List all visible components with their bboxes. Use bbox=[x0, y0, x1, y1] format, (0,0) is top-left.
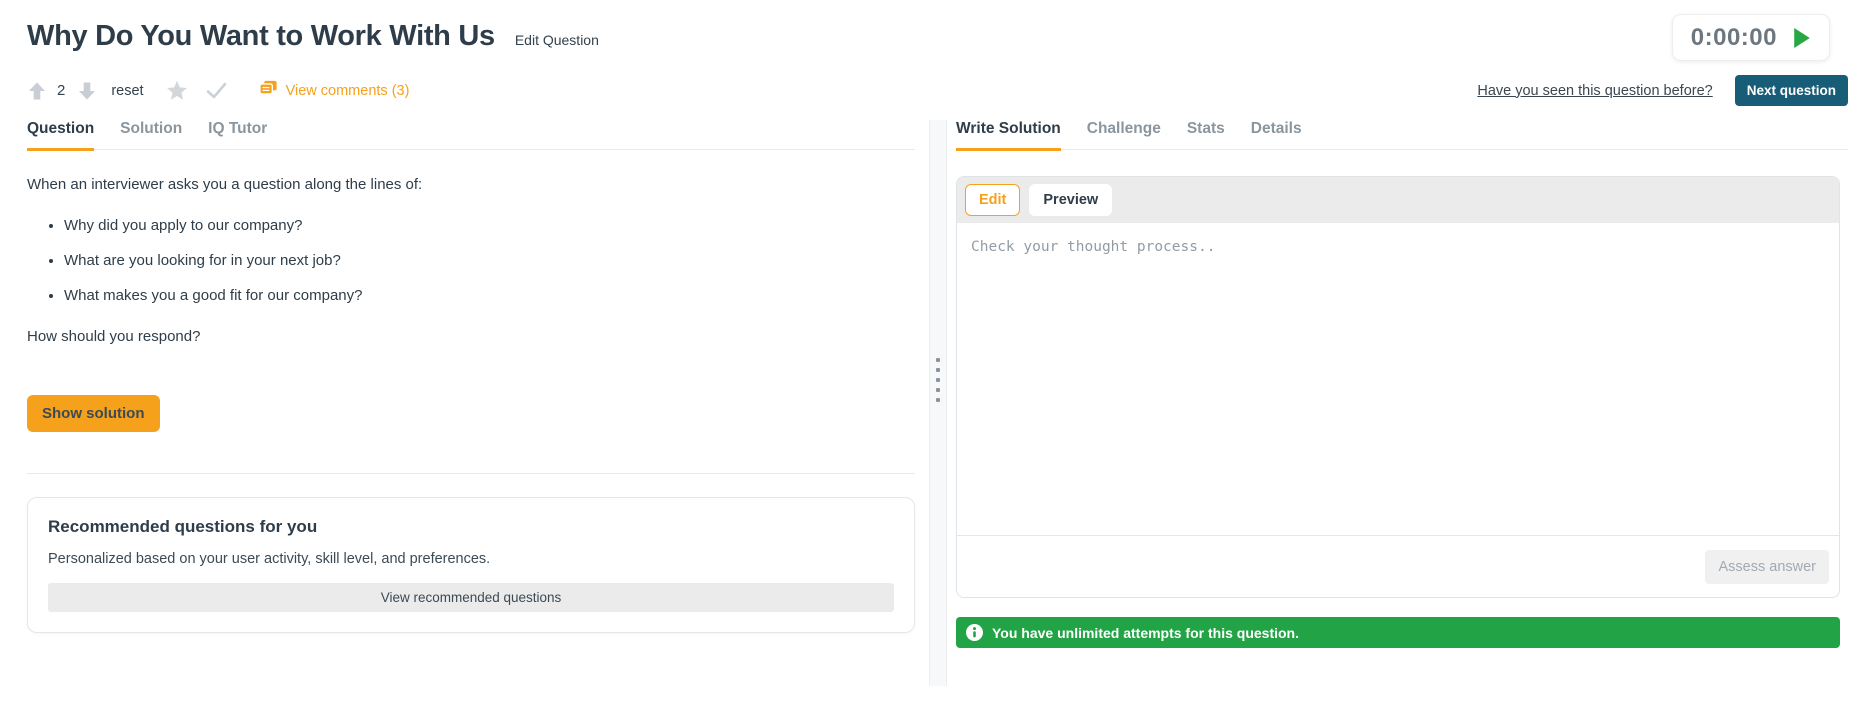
tab-question[interactable]: Question bbox=[27, 120, 94, 151]
question-bullet-3: What makes you a good fit for our compan… bbox=[64, 286, 915, 306]
solution-panel: Write Solution Challenge Stats Details E… bbox=[956, 120, 1848, 686]
tab-challenge[interactable]: Challenge bbox=[1087, 120, 1161, 151]
drag-dots-icon bbox=[936, 358, 940, 402]
next-question-button[interactable]: Next question bbox=[1735, 75, 1848, 106]
info-icon bbox=[966, 624, 983, 641]
main-content: Question Solution IQ Tutor When an inter… bbox=[0, 120, 1864, 686]
assess-answer-button[interactable]: Assess answer bbox=[1705, 550, 1829, 584]
tab-details[interactable]: Details bbox=[1251, 120, 1302, 151]
question-bullet-2: What are you looking for in your next jo… bbox=[64, 251, 915, 271]
editor-preview-tab[interactable]: Preview bbox=[1029, 184, 1112, 216]
attempts-banner-text: You have unlimited attempts for this que… bbox=[992, 625, 1299, 641]
reset-vote-link[interactable]: reset bbox=[111, 83, 143, 99]
tab-stats[interactable]: Stats bbox=[1187, 120, 1225, 151]
tab-iq-tutor[interactable]: IQ Tutor bbox=[208, 120, 267, 151]
recommended-card: Recommended questions for you Personaliz… bbox=[27, 497, 915, 633]
timer-value: 0:00:00 bbox=[1691, 24, 1777, 52]
upvote-icon[interactable] bbox=[27, 81, 47, 101]
page-title: Why Do You Want to Work With Us bbox=[27, 20, 495, 53]
solution-textarea[interactable] bbox=[957, 223, 1839, 535]
editor-body bbox=[957, 223, 1839, 535]
question-intro: When an interviewer asks you a question … bbox=[27, 176, 915, 193]
solution-panel-tabs: Write Solution Challenge Stats Details bbox=[956, 120, 1848, 150]
top-bar: Why Do You Want to Work With Us Edit Que… bbox=[0, 0, 1864, 61]
view-comments-label: View comments (3) bbox=[286, 83, 410, 99]
question-bullet-list: Why did you apply to our company? What a… bbox=[27, 216, 915, 306]
actions-row: 2 reset View comme bbox=[0, 61, 1864, 106]
mark-complete-icon[interactable] bbox=[206, 82, 227, 99]
solution-editor: Edit Preview Assess answer bbox=[956, 176, 1840, 598]
recommended-description: Personalized based on your user activity… bbox=[48, 551, 894, 567]
title-group: Why Do You Want to Work With Us Edit Que… bbox=[27, 14, 599, 53]
comments-icon bbox=[259, 79, 278, 102]
tab-write-solution[interactable]: Write Solution bbox=[956, 120, 1061, 151]
downvote-icon[interactable] bbox=[77, 81, 97, 101]
editor-mode-bar: Edit Preview bbox=[957, 177, 1839, 223]
question-page: Why Do You Want to Work With Us Edit Que… bbox=[0, 0, 1864, 720]
recommended-title: Recommended questions for you bbox=[48, 517, 894, 537]
editor-footer: Assess answer bbox=[957, 535, 1839, 597]
vote-score: 2 bbox=[57, 82, 65, 99]
show-solution-button[interactable]: Show solution bbox=[27, 395, 160, 432]
section-divider bbox=[27, 473, 915, 474]
question-body: When an interviewer asks you a question … bbox=[27, 176, 915, 432]
attempts-banner: You have unlimited attempts for this que… bbox=[956, 617, 1840, 648]
edit-question-link[interactable]: Edit Question bbox=[515, 32, 599, 48]
actions-row-right: Have you seen this question before? Next… bbox=[1477, 75, 1848, 106]
tab-solution[interactable]: Solution bbox=[120, 120, 182, 151]
question-panel: Question Solution IQ Tutor When an inter… bbox=[27, 120, 915, 686]
question-bullet-1: Why did you apply to our company? bbox=[64, 216, 915, 236]
play-icon[interactable] bbox=[1793, 28, 1811, 48]
view-comments-link[interactable]: View comments (3) bbox=[259, 79, 410, 102]
timer-widget: 0:00:00 bbox=[1672, 14, 1830, 61]
editor-edit-tab[interactable]: Edit bbox=[965, 184, 1020, 216]
panel-resize-handle[interactable] bbox=[929, 120, 947, 686]
question-outro: How should you respond? bbox=[27, 328, 915, 345]
question-panel-tabs: Question Solution IQ Tutor bbox=[27, 120, 915, 150]
vote-bar: 2 reset View comme bbox=[27, 79, 409, 102]
seen-before-link[interactable]: Have you seen this question before? bbox=[1477, 83, 1712, 99]
view-recommended-button[interactable]: View recommended questions bbox=[48, 583, 894, 612]
bookmark-star-icon[interactable] bbox=[166, 80, 188, 101]
